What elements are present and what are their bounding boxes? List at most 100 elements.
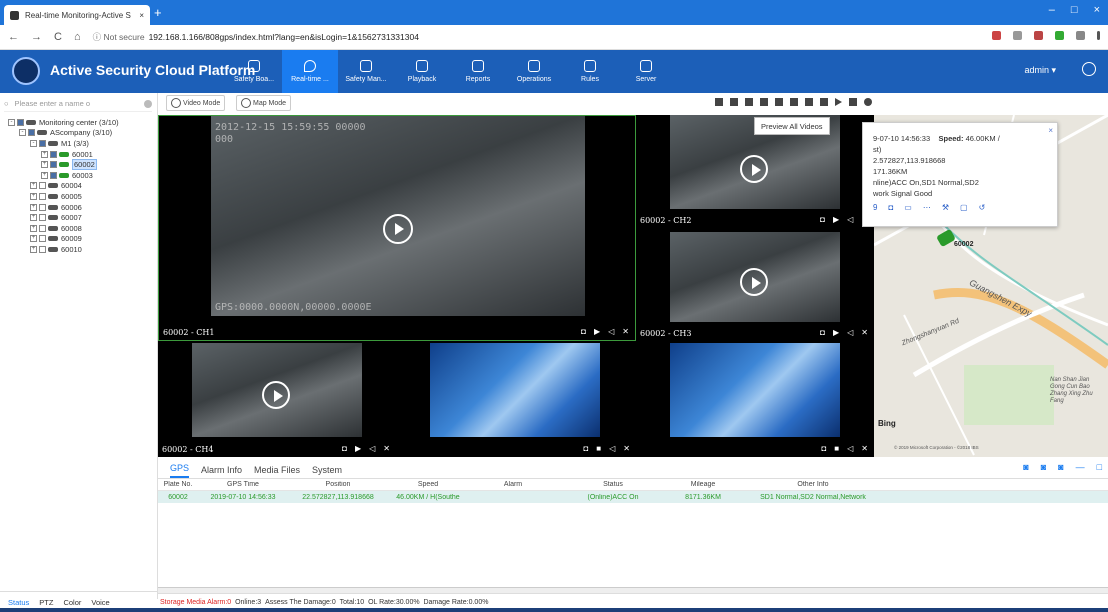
column-header[interactable]: Position — [288, 481, 388, 488]
fullscreen-icon[interactable]: ✕ — [383, 444, 390, 453]
url-text[interactable]: 192.168.1.166/808gps/index.html?lang=en&… — [149, 32, 419, 42]
lock-icon[interactable]: ◙ — [1058, 462, 1063, 472]
mute-icon[interactable]: ◁ — [609, 444, 615, 453]
nav-rules[interactable]: Rules — [562, 50, 618, 93]
play-icon[interactable] — [383, 214, 413, 244]
tree-node[interactable]: +60007 — [0, 212, 158, 223]
nav-operations[interactable]: Operations — [506, 50, 562, 93]
table-row[interactable]: 60002 2019-07-10 14:56:33 22.572827,113.91… — [158, 491, 1108, 503]
gear-icon[interactable] — [864, 98, 872, 106]
tree-checkbox[interactable] — [39, 214, 46, 222]
play-icon[interactable] — [740, 155, 768, 183]
nav-real-time[interactable]: Real-time ... — [282, 50, 338, 93]
tree-node[interactable]: +60004 — [0, 181, 158, 192]
expand-toggle-icon[interactable]: + — [30, 203, 37, 211]
layout-6-icon[interactable] — [745, 98, 753, 106]
extension-icon[interactable] — [1055, 31, 1064, 40]
mute-icon[interactable]: ◁ — [608, 327, 614, 336]
tree-checkbox[interactable] — [39, 245, 46, 253]
tab-voice[interactable]: Voice — [91, 598, 109, 607]
nav-safety-management[interactable]: Safety Man... — [338, 50, 394, 93]
minimize-button[interactable]: – — [1049, 4, 1055, 16]
tree-node[interactable]: +60002 — [0, 159, 158, 171]
tree-node[interactable]: - Monitoring center (3/10) — [0, 117, 158, 128]
user-menu[interactable]: admin ▾ — [1024, 65, 1056, 76]
play-small-icon[interactable]: ▶ — [833, 328, 839, 337]
column-header[interactable]: Alarm — [468, 481, 558, 488]
url-field[interactable]: ⓘ Not secure 192.168.1.166/808gps/index.… — [93, 31, 419, 43]
tree-node[interactable]: +60006 — [0, 202, 158, 213]
camera-icon[interactable]: ◘ — [583, 444, 588, 453]
expand-toggle-icon[interactable]: + — [30, 192, 37, 200]
search-input[interactable]: Please enter a name o — [15, 99, 90, 108]
tab-status[interactable]: Status — [8, 598, 29, 607]
expand-toggle-icon[interactable]: - — [30, 139, 37, 147]
tab-close-button[interactable]: × — [139, 11, 144, 20]
more-icon[interactable]: ⋯ — [923, 202, 931, 213]
expand-toggle-icon[interactable]: - — [8, 118, 15, 126]
fullscreen-icon[interactable]: ✕ — [861, 328, 868, 337]
settings-icon[interactable] — [144, 99, 152, 108]
fullscreen-icon[interactable]: ✕ — [623, 444, 630, 453]
extension-icon[interactable] — [1034, 31, 1043, 40]
home-icon[interactable]: ⌂ — [74, 31, 81, 43]
tree-checkbox[interactable] — [39, 192, 46, 200]
column-header[interactable]: GPS Time — [198, 481, 288, 488]
profile-icon[interactable] — [1076, 31, 1085, 40]
tab-gps[interactable]: GPS — [170, 463, 190, 478]
maximize-panel-icon[interactable]: □ — [1097, 462, 1102, 472]
video-mode-button[interactable]: Video Mode — [166, 95, 226, 111]
star-icon[interactable] — [1013, 31, 1022, 40]
tree-checkbox[interactable] — [39, 235, 46, 243]
back-icon[interactable]: ← — [8, 31, 19, 43]
nav-reports[interactable]: Reports — [450, 50, 506, 93]
tree-node[interactable]: +60009 — [0, 234, 158, 245]
expand-toggle-icon[interactable]: - — [19, 129, 26, 137]
close-all-icon[interactable] — [805, 98, 813, 106]
record-icon[interactable] — [820, 98, 828, 106]
new-tab-button[interactable]: + — [154, 5, 162, 20]
tree-checkbox[interactable] — [50, 171, 57, 179]
tree-node[interactable]: +60010 — [0, 244, 158, 255]
forward-icon[interactable]: → — [31, 31, 42, 43]
expand-toggle-icon[interactable]: + — [41, 171, 48, 179]
tab-color[interactable]: Color — [63, 598, 81, 607]
tree-node[interactable]: - AScompany (3/10) — [0, 128, 158, 139]
video-icon[interactable]: ▭ — [904, 202, 912, 213]
tree-node[interactable]: - M1 (3/3) — [0, 138, 158, 149]
expand-toggle-icon[interactable]: + — [30, 214, 37, 222]
close-window-button[interactable]: × — [1094, 4, 1100, 16]
track-icon[interactable]: 9 — [873, 202, 877, 213]
camera-icon[interactable]: ◘ — [581, 327, 586, 336]
info-icon[interactable]: ▢ — [960, 202, 968, 213]
stop-icon[interactable]: ■ — [596, 444, 601, 453]
tree-checkbox[interactable] — [28, 129, 35, 137]
tree-checkbox[interactable] — [39, 139, 46, 147]
tree-checkbox[interactable] — [39, 203, 46, 211]
stop-all-icon[interactable] — [849, 98, 857, 106]
mute-icon[interactable]: ◁ — [847, 328, 853, 337]
layout-9-icon[interactable] — [775, 98, 783, 106]
tree-checkbox[interactable] — [50, 161, 57, 169]
tree-checkbox[interactable] — [39, 224, 46, 232]
video-cell-ch1[interactable]: 2012-12-15 15:59:55 00000 000 GPS:0000.0… — [158, 115, 636, 341]
layout-8-icon[interactable] — [760, 98, 768, 106]
tools-icon[interactable]: ⚒ — [942, 202, 949, 213]
column-header[interactable]: Status — [558, 481, 668, 488]
tree-node[interactable]: +60005 — [0, 191, 158, 202]
browser-tab[interactable]: Real-time Monitoring-Active S × — [4, 5, 150, 25]
tree-node[interactable]: +60003 — [0, 170, 158, 181]
tab-system[interactable]: System — [312, 465, 342, 478]
video-cell-ch4[interactable]: 60002 - CH4 ◘ ▶ ◁ ✕ — [158, 341, 396, 457]
tab-media-files[interactable]: Media Files — [254, 465, 300, 478]
tree-checkbox[interactable] — [50, 150, 57, 158]
search-box[interactable]: ○ Please enter a name o — [4, 96, 152, 112]
nav-playback[interactable]: Playback — [394, 50, 450, 93]
stop-icon[interactable]: ■ — [834, 444, 839, 453]
play-icon[interactable] — [262, 381, 290, 409]
tree-node[interactable]: +60001 — [0, 149, 158, 160]
play-icon[interactable] — [740, 268, 768, 296]
reload-icon[interactable]: C — [54, 31, 62, 43]
minimize-panel-icon[interactable]: — — [1076, 462, 1085, 472]
expand-toggle-icon[interactable]: + — [30, 235, 37, 243]
